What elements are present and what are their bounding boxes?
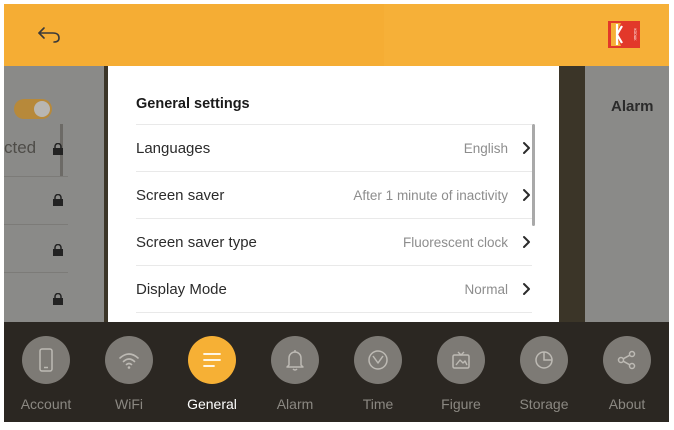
chevron-right-icon: [522, 235, 532, 249]
general-settings-dialog: General settings Languages English Scree…: [108, 66, 559, 323]
share-icon: [603, 336, 651, 384]
background-status-text: cted: [4, 138, 37, 157]
clock-icon: [354, 336, 402, 384]
phone-icon: [22, 336, 70, 384]
dialog-scrollbar[interactable]: [532, 124, 535, 226]
kodak-logo: KODAK: [608, 21, 640, 48]
bottom-navigation: Account WiFi General Alarm Time Figure S…: [4, 322, 669, 422]
nav-label: Time: [362, 396, 394, 412]
setting-label: Languages: [136, 139, 211, 157]
chevron-right-icon: [522, 188, 532, 202]
nav-about[interactable]: About: [595, 336, 659, 416]
setting-label: Screen saver type: [136, 233, 257, 251]
nav-label: About: [608, 396, 646, 412]
back-arrow-icon: [38, 27, 60, 43]
bell-icon: [271, 336, 319, 384]
lock-icon: [53, 244, 63, 256]
wifi-icon: [105, 336, 153, 384]
setting-label: Screen saver: [136, 186, 225, 204]
logo-text: KODAK: [633, 28, 637, 41]
top-bar: KODAK: [4, 4, 669, 66]
chevron-right-icon: [522, 282, 532, 296]
nav-label: Figure: [441, 396, 481, 412]
chevron-right-icon: [522, 141, 532, 155]
nav-alarm[interactable]: Alarm: [263, 336, 327, 416]
setting-screen-saver-type[interactable]: Screen saver type Fluorescent clock: [136, 218, 532, 265]
background-separator: [4, 272, 68, 273]
setting-languages[interactable]: Languages English: [136, 124, 532, 171]
background-right-title: Alarm: [611, 98, 654, 115]
background-toggle: [14, 99, 52, 119]
setting-label: Display Mode: [136, 280, 227, 298]
setting-screen-saver[interactable]: Screen saver After 1 minute of inactivit…: [136, 171, 532, 218]
lock-icon: [53, 293, 63, 305]
nav-general[interactable]: General: [180, 336, 244, 416]
background-separator: [4, 224, 68, 225]
image-icon: [437, 336, 485, 384]
nav-time[interactable]: Time: [346, 336, 410, 416]
setting-value: After 1 minute of inactivity: [353, 187, 508, 203]
setting-value: Fluorescent clock: [402, 234, 508, 250]
nav-label: Account: [20, 396, 72, 412]
dialog-title: General settings: [136, 96, 250, 112]
lock-icon: [53, 143, 63, 155]
nav-account[interactable]: Account: [14, 336, 78, 416]
menu-lines-icon: [188, 336, 236, 384]
nav-storage[interactable]: Storage: [512, 336, 576, 416]
nav-label: Storage: [519, 396, 569, 412]
background-separator: [4, 176, 68, 177]
nav-wifi[interactable]: WiFi: [97, 336, 161, 416]
setting-value: English: [463, 140, 508, 156]
nav-label: WiFi: [115, 396, 143, 412]
nav-figure[interactable]: Figure: [429, 336, 493, 416]
device-screen: KODAK cted Alarm General settings Langua…: [4, 4, 669, 422]
settings-list: Languages English Screen saver After 1 m…: [136, 124, 532, 323]
lock-icon: [53, 194, 63, 206]
back-button[interactable]: [32, 20, 66, 50]
setting-display-mode[interactable]: Display Mode Normal: [136, 265, 532, 312]
nav-label: Alarm: [276, 396, 314, 412]
setting-value: Normal: [464, 281, 508, 297]
nav-label: General: [187, 396, 237, 412]
background-right-panel: Alarm: [585, 66, 669, 322]
pie-chart-icon: [520, 336, 568, 384]
background-left-panel: cted: [4, 66, 104, 322]
